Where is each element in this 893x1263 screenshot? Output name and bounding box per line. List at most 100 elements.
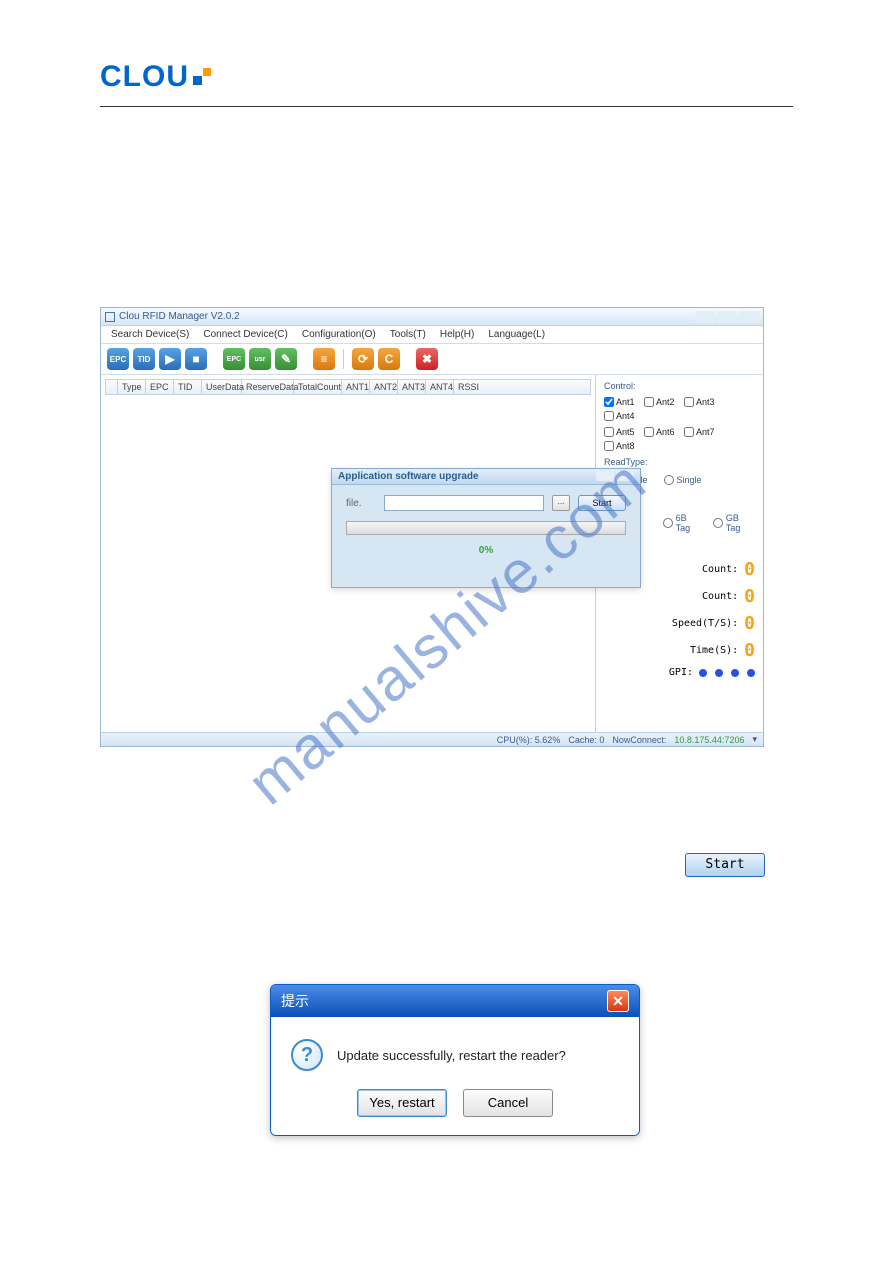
ant3-checkbox[interactable]: Ant3 — [684, 397, 720, 407]
upgrade-minimize-icon[interactable] — [596, 471, 614, 481]
th-ant1[interactable]: ANT1 — [342, 380, 370, 394]
th-tid[interactable]: TID — [174, 380, 202, 394]
gpi-label: GPI: — [669, 667, 693, 678]
stat-speed-label: Speed(T/S): — [672, 618, 738, 629]
menubar: Search Device(S) Connect Device(C) Confi… — [101, 326, 763, 344]
menu-connect-device[interactable]: Connect Device(C) — [203, 329, 287, 340]
question-icon: ? — [291, 1039, 323, 1071]
th-rssi[interactable]: RSSI — [454, 380, 482, 394]
th-epc[interactable]: EPC — [146, 380, 174, 394]
th-ant2[interactable]: ANT2 — [370, 380, 398, 394]
upgrade-start-button[interactable]: Start — [578, 495, 626, 511]
page-header: CLOU — [100, 60, 793, 107]
window-controls — [695, 311, 759, 323]
menu-search-device[interactable]: Search Device(S) — [111, 329, 189, 340]
play-icon[interactable]: ▶ — [159, 348, 181, 370]
minimize-icon[interactable] — [695, 311, 715, 323]
ant5-checkbox[interactable]: Ant5 — [604, 427, 640, 437]
gpi-dot-icon — [715, 669, 723, 677]
th-reservedata[interactable]: ReserveData — [242, 380, 294, 394]
stat-count1-label: Count: — [702, 564, 738, 575]
ant6-checkbox[interactable]: Ant6 — [644, 427, 680, 437]
maximize-icon[interactable] — [717, 311, 737, 323]
gpi-dot-icon — [731, 669, 739, 677]
table-header: Type EPC TID UserData ReserveData TotalC… — [105, 379, 591, 395]
th-checkbox[interactable] — [106, 380, 118, 394]
close-icon[interactable] — [739, 311, 759, 323]
user-data-icon[interactable]: usr — [249, 348, 271, 370]
th-type[interactable]: Type — [118, 380, 146, 394]
upgrade-titlebar[interactable]: Application software upgrade — [332, 469, 640, 485]
file-row: file. ... Start — [346, 495, 626, 511]
redo-icon[interactable]: C — [378, 348, 400, 370]
titlebar[interactable]: Clou RFID Manager V2.0.2 — [101, 308, 763, 326]
menu-help[interactable]: Help(H) — [440, 329, 474, 340]
yes-restart-button[interactable]: Yes, restart — [357, 1089, 447, 1117]
th-userdata[interactable]: UserData — [202, 380, 242, 394]
stat-count2: Count: 0 — [604, 586, 755, 607]
restart-body: ? Update successfully, restart the reade… — [271, 1017, 639, 1135]
readtype-label: ReadType: — [604, 457, 755, 467]
upgrade-close-icon[interactable] — [616, 471, 634, 481]
restart-buttons: Yes, restart Cancel — [291, 1089, 619, 1117]
stat-speed: Speed(T/S): 0 — [604, 613, 755, 634]
upgrade-title-text: Application software upgrade — [338, 471, 479, 482]
logo-mark-icon — [193, 68, 211, 86]
ant4-checkbox[interactable]: Ant4 — [604, 411, 640, 421]
stat-time: Time(S): 0 — [604, 640, 755, 661]
menu-tools[interactable]: Tools(T) — [390, 329, 426, 340]
app-icon — [105, 312, 115, 322]
restart-close-button[interactable]: ✕ — [607, 990, 629, 1012]
stat-speed-val: 0 — [744, 613, 755, 634]
logo-text: CLOU — [100, 60, 189, 94]
th-ant3[interactable]: ANT3 — [398, 380, 426, 394]
ant1-checkbox[interactable]: Ant1 — [604, 397, 640, 407]
browse-button[interactable]: ... — [552, 495, 570, 511]
epc-edit-icon[interactable]: EPC — [223, 348, 245, 370]
tagtype-gb[interactable]: GB Tag — [713, 513, 755, 533]
control-label: Control: — [604, 381, 755, 391]
upgrade-body: file. ... Start 0% — [332, 485, 640, 566]
tid-icon[interactable]: TID — [133, 348, 155, 370]
start-button[interactable]: Start — [685, 853, 765, 877]
tagtype-6b[interactable]: 6B Tag — [663, 513, 703, 533]
write-icon[interactable]: ✎ — [275, 348, 297, 370]
refresh-icon[interactable]: ⟳ — [352, 348, 374, 370]
ant7-checkbox[interactable]: Ant7 — [684, 427, 720, 437]
gpi-dot-icon — [747, 669, 755, 677]
ant2-checkbox[interactable]: Ant2 — [644, 397, 680, 407]
stop2-icon[interactable]: ✖ — [416, 348, 438, 370]
progress-bar — [346, 521, 626, 535]
restart-message: Update successfully, restart the reader? — [337, 1048, 566, 1063]
progress-percent: 0% — [346, 545, 626, 556]
file-input[interactable] — [384, 495, 544, 511]
menu-configuration[interactable]: Configuration(O) — [302, 329, 376, 340]
restart-dialog: 提示 ✕ ? Update successfully, restart the … — [270, 984, 640, 1136]
ant8-checkbox[interactable]: Ant8 — [604, 441, 640, 451]
file-label: file. — [346, 498, 376, 509]
th-totalcount[interactable]: TotalCount — [294, 380, 342, 394]
restart-message-row: ? Update successfully, restart the reade… — [291, 1039, 619, 1071]
statusbar: CPU(%): 5.62% Cache: 0 NowConnect: 10.8.… — [101, 732, 763, 746]
status-cpu: CPU(%): 5.62% — [497, 735, 561, 745]
th-ant4[interactable]: ANT4 — [426, 380, 454, 394]
stat-count1-val: 0 — [744, 559, 755, 580]
upgrade-dialog: Application software upgrade file. ... S… — [331, 468, 641, 588]
readtype-single[interactable]: Single — [664, 475, 702, 485]
status-dropdown-icon[interactable]: ▾ — [752, 734, 757, 745]
window-title: Clou RFID Manager V2.0.2 — [119, 311, 240, 322]
restart-titlebar[interactable]: 提示 ✕ — [271, 985, 639, 1017]
gpi-dot-icon — [699, 669, 707, 677]
epc-icon[interactable]: EPC — [107, 348, 129, 370]
restart-title-text: 提示 — [281, 991, 309, 1011]
stat-count2-label: Count: — [702, 591, 738, 602]
stat-count2-val: 0 — [744, 586, 755, 607]
list-icon[interactable]: ≡ — [313, 348, 335, 370]
app-window: Clou RFID Manager V2.0.2 Search Device(S… — [100, 307, 764, 747]
status-cache: Cache: 0 — [568, 735, 604, 745]
stop-icon[interactable]: ■ — [185, 348, 207, 370]
stat-time-label: Time(S): — [690, 645, 738, 656]
menu-language[interactable]: Language(L) — [488, 329, 545, 340]
cancel-button[interactable]: Cancel — [463, 1089, 553, 1117]
gpi-dots — [699, 669, 755, 677]
